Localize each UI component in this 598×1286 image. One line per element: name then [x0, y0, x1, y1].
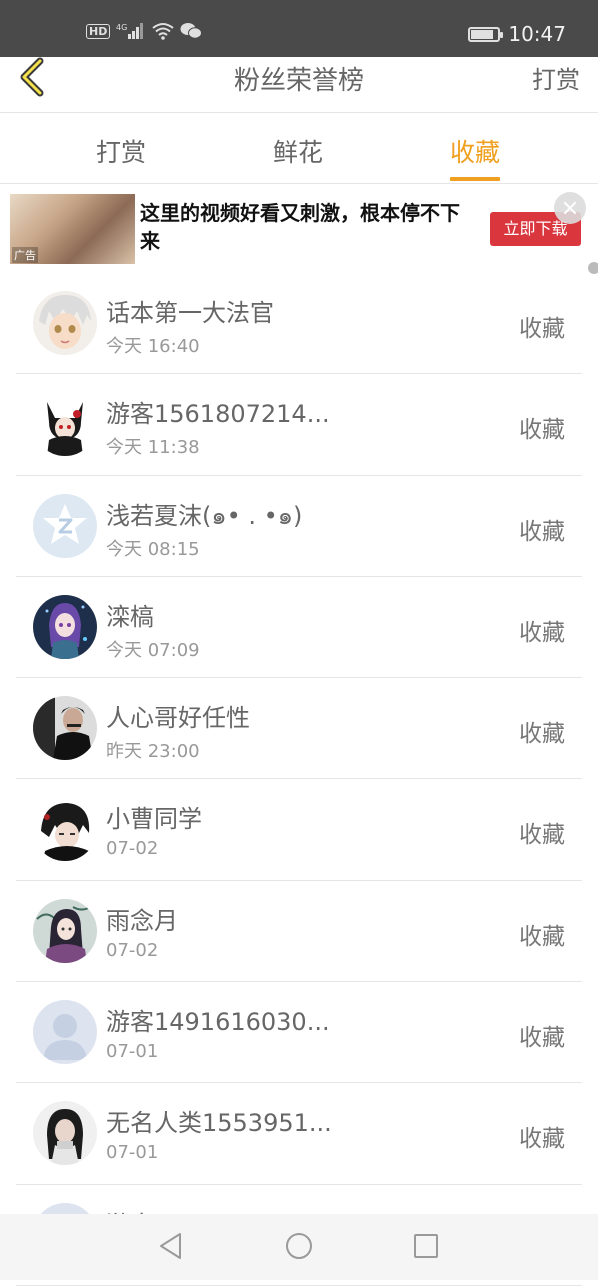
- gift-type: 收藏: [519, 923, 565, 950]
- default-avatar-icon: [33, 1000, 97, 1065]
- page-title: 粉丝荣誉榜: [233, 66, 364, 96]
- back-triangle-icon[interactable]: [158, 1232, 184, 1260]
- fan-time: 昨天 23:00: [106, 741, 200, 763]
- tab-reward[interactable]: 打赏: [96, 133, 146, 169]
- fan-name: 游客1491616030...: [106, 1008, 330, 1037]
- avatar: [33, 392, 97, 457]
- list-item[interactable]: 话本第一大法官 今天 16:40 收藏: [16, 273, 582, 375]
- gift-type: 收藏: [519, 721, 565, 748]
- fan-time: 07-02: [106, 939, 159, 961]
- fan-name: 雨念月: [106, 906, 178, 935]
- tab-label: 打赏: [96, 138, 147, 167]
- fan-time: 今天 11:38: [106, 437, 200, 459]
- ad-close-icon[interactable]: [554, 192, 586, 224]
- svg-text:4G: 4G: [116, 23, 127, 32]
- list-item[interactable]: 雨念月 07-02 收藏: [16, 881, 582, 983]
- cellular-signal-icon: 4G: [116, 23, 144, 39]
- fan-list: 话本第一大法官 今天 16:40 收藏 游客1561807214... 今天 1…: [0, 273, 598, 1286]
- fan-name: 浅若夏沫(๑• . •๑): [106, 501, 303, 530]
- gift-type: 收藏: [519, 316, 565, 342]
- fan-name: 话本第一大法官: [106, 299, 274, 327]
- avatar: [33, 696, 97, 761]
- clock: 10:47: [508, 22, 566, 46]
- status-icons-right: 10:47: [468, 22, 566, 46]
- ad-label: 广告: [12, 247, 38, 263]
- list-item[interactable]: 小曹同学 07-02 收藏: [16, 779, 582, 881]
- fan-time: 今天 16:40: [106, 336, 200, 357]
- recents-square-icon[interactable]: [413, 1232, 439, 1260]
- avatar: [33, 797, 97, 862]
- gift-type: 收藏: [519, 619, 565, 646]
- tab-label: 鲜花: [273, 138, 324, 167]
- hd-badge: HD: [86, 23, 111, 39]
- list-item[interactable]: 游客1491616030... 07-01 收藏: [16, 982, 582, 1084]
- fan-name: 无名人类1553951...: [106, 1109, 332, 1138]
- wifi-icon: [152, 23, 174, 40]
- tab-flowers[interactable]: 鲜花: [273, 133, 323, 169]
- avatar: [33, 594, 97, 659]
- status-icons-left: HD 4G: [86, 22, 203, 40]
- list-item[interactable]: 浅若夏沫(๑• . •๑) 今天 08:15 收藏: [16, 476, 582, 577]
- ad-image: 广告: [10, 194, 135, 264]
- avatar: [33, 1000, 97, 1065]
- tab-bar: 打赏 鲜花 收藏: [0, 113, 598, 184]
- list-item[interactable]: 无名人类1553951... 07-01 收藏: [16, 1083, 582, 1185]
- battery-level: [471, 29, 494, 39]
- avatar: [33, 291, 97, 355]
- active-tab-indicator: [450, 177, 501, 181]
- reward-button[interactable]: 打赏: [532, 60, 580, 95]
- list-item[interactable]: 游客1561807214... 今天 11:38 收藏: [16, 374, 582, 476]
- fan-time: 今天 08:15: [106, 538, 200, 560]
- avatar: [33, 1101, 97, 1166]
- gift-type: 收藏: [519, 822, 565, 849]
- fan-name: 人心哥好任性: [106, 704, 250, 733]
- gift-type: 收藏: [519, 1126, 565, 1153]
- home-circle-icon[interactable]: [285, 1232, 313, 1260]
- fan-name: 滦槁: [106, 602, 154, 631]
- ad-banner[interactable]: 广告 这里的视频好看又刺激，根本停不下来 立即下载: [0, 185, 598, 265]
- system-nav-bar: [0, 1214, 598, 1280]
- list-item[interactable]: 滦槁 今天 07:09 收藏: [16, 577, 582, 679]
- app-header: 粉丝荣誉榜 打赏: [0, 57, 598, 113]
- fan-time: 今天 07:09: [106, 639, 200, 661]
- wechat-icon: [180, 23, 203, 39]
- tab-favorites[interactable]: 收藏: [450, 133, 501, 181]
- status-bar: HD 4G 10:47: [0, 0, 598, 57]
- gift-type: 收藏: [519, 518, 565, 545]
- fan-name: 游客1561807214...: [106, 400, 330, 429]
- avatar: [33, 493, 97, 558]
- fan-time: 07-01: [106, 1041, 159, 1063]
- gift-type: 收藏: [519, 1025, 565, 1052]
- fan-time: 07-01: [106, 1142, 159, 1164]
- gift-type: 收藏: [519, 417, 565, 444]
- fan-time: 07-02: [106, 838, 159, 860]
- ad-text: 这里的视频好看又刺激，根本停不下来: [140, 201, 460, 253]
- battery-icon: [468, 26, 504, 42]
- tab-label: 收藏: [450, 138, 501, 167]
- list-item[interactable]: 人心哥好任性 昨天 23:00 收藏: [16, 678, 582, 780]
- avatar: [33, 898, 97, 963]
- fan-name: 小曹同学: [106, 805, 202, 834]
